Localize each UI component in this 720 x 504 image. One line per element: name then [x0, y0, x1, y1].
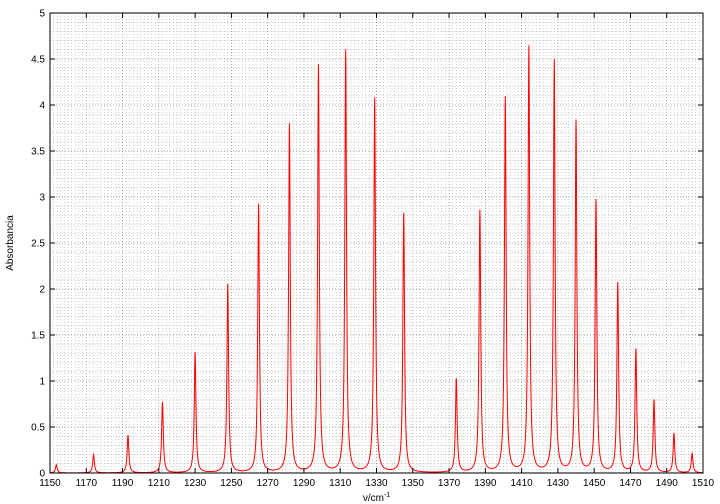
- y-tick-label: 4.5: [31, 55, 45, 66]
- y-tick-label: 1.5: [31, 331, 45, 342]
- x-axis-label-base: ν/cm: [363, 493, 384, 504]
- y-tick-label: 0.5: [31, 423, 45, 434]
- x-tick-label: 1510: [692, 478, 715, 489]
- x-tick-label: 1290: [293, 478, 316, 489]
- x-tick-label: 1410: [510, 478, 533, 489]
- y-tick-label: 3.5: [31, 147, 45, 158]
- x-tick-label: 1470: [619, 478, 642, 489]
- x-tick-label: 1350: [402, 478, 425, 489]
- x-tick-label: 1190: [112, 478, 134, 489]
- y-tick-label: 2: [39, 285, 45, 296]
- x-tick-label: 1310: [329, 478, 352, 489]
- x-tick-label: 1170: [76, 478, 98, 489]
- y-tick-label: 1: [39, 377, 45, 388]
- x-tick-label: 1490: [656, 478, 679, 489]
- x-axis-label-superscript: -1: [384, 492, 390, 499]
- x-tick-label: 1270: [257, 478, 280, 489]
- x-tick-label: 1250: [220, 478, 243, 489]
- x-tick-label: 1150: [39, 478, 61, 489]
- x-tick-label: 1210: [148, 478, 171, 489]
- y-tick-label: 4: [39, 101, 45, 112]
- x-tick-label: 1330: [365, 478, 388, 489]
- absorbance-chart: 1150 1170 1190 1210 1230 1250 1270 1290 1310 1330…: [0, 0, 720, 504]
- x-tick-label: 1370: [438, 478, 461, 489]
- y-tick-label: 5: [39, 9, 45, 20]
- x-tick-label: 1430: [547, 478, 570, 489]
- x-tick-label: 1230: [184, 478, 207, 489]
- y-axis-label: Absorbancia: [5, 215, 16, 271]
- x-tick-label: 1390: [474, 478, 497, 489]
- y-tick-label: 2.5: [31, 239, 45, 250]
- y-tick-label: 0: [39, 469, 45, 480]
- y-tick-label: 3: [39, 193, 45, 204]
- x-tick-label: 1450: [583, 478, 606, 489]
